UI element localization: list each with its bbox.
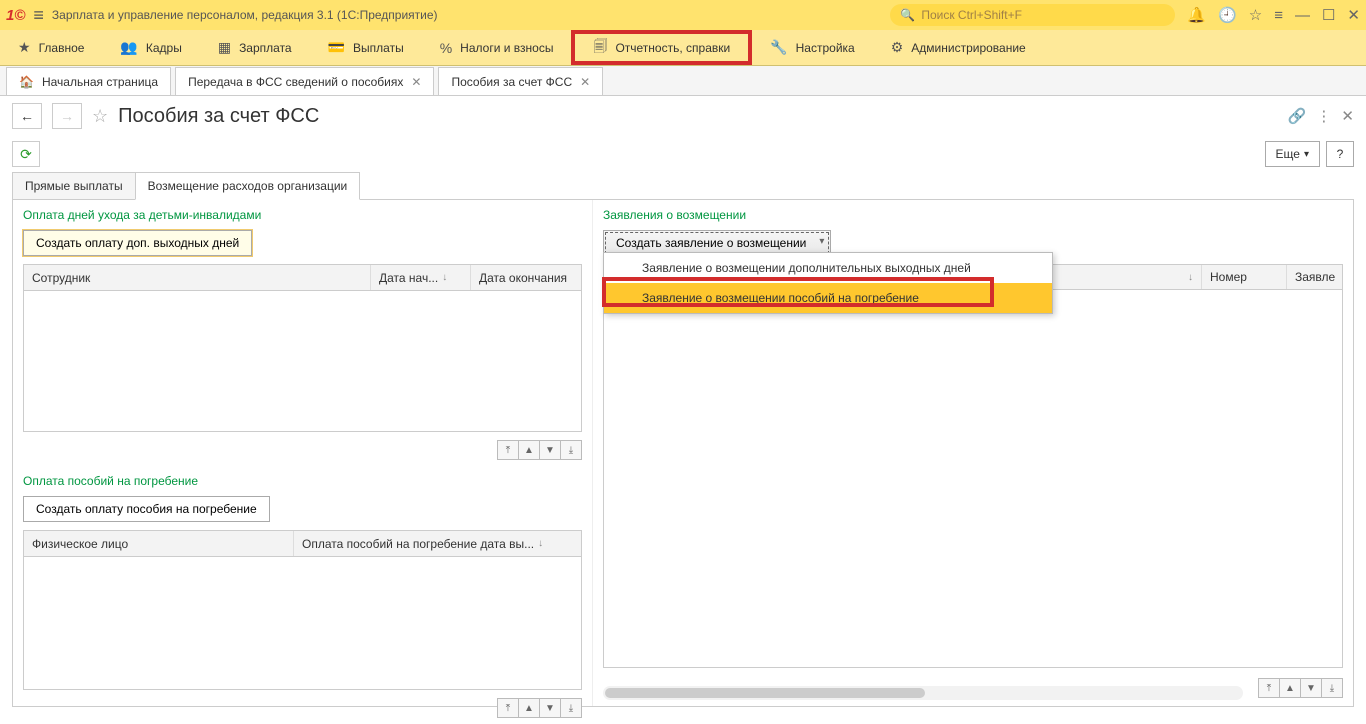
col-employee[interactable]: Сотрудник <box>24 265 371 290</box>
create-payment-extra-days-button[interactable]: Создать оплату доп. выходных дней <box>23 230 252 256</box>
titlebar-right: 🔍 Поиск Ctrl+Shift+F 🔔 🕘 ☆ ≡ — ☐ ✕ <box>890 4 1360 26</box>
pager-first[interactable]: ⤒ <box>497 698 519 718</box>
grid-body[interactable] <box>24 291 581 431</box>
home-icon: 🏠 <box>19 75 34 89</box>
more-button[interactable]: Еще▾ <box>1265 141 1320 167</box>
help-button[interactable]: ? <box>1326 141 1354 167</box>
pager-last[interactable]: ⤓ <box>560 440 582 460</box>
pager-down[interactable]: ▼ <box>539 698 561 718</box>
pager-down[interactable]: ▼ <box>1300 678 1322 698</box>
pager: ⤒ ▲ ▼ ⤓ <box>1249 674 1353 704</box>
col-end-date[interactable]: Дата окончания <box>471 265 581 290</box>
bell-icon[interactable]: 🔔 <box>1187 6 1206 24</box>
grid-icon: ▦ <box>218 39 231 56</box>
create-reimbursement-popup: Заявление о возмещении дополнительных вы… <box>603 252 1053 314</box>
section-reimbursement: Заявления о возмещении <box>593 200 1353 226</box>
page-toolbar: ← → ☆ Пособия за счет ФСС 🔗 ⋮ ✕ <box>0 96 1366 136</box>
star-icon[interactable]: ☆ <box>1249 6 1262 24</box>
horizontal-scrollbar[interactable] <box>603 686 1243 700</box>
document-tabs: 🏠Начальная страница Передача в ФСС сведе… <box>0 66 1366 96</box>
scrollbar-thumb[interactable] <box>605 688 925 698</box>
grid-body[interactable] <box>24 557 581 689</box>
people-icon: 👥 <box>120 39 137 56</box>
search-placeholder: Поиск Ctrl+Shift+F <box>921 8 1022 22</box>
sort-icon: ↓ <box>1188 272 1193 283</box>
app-title: Зарплата и управление персоналом, редакц… <box>52 8 438 22</box>
menu-nalogi[interactable]: %Налоги и взносы <box>422 30 572 65</box>
menu-otchetnost[interactable]: 🗐Отчетность, справки <box>571 30 752 65</box>
pager-up[interactable]: ▲ <box>518 440 540 460</box>
inner-tabs: Прямые выплаты Возмещение расходов орган… <box>12 172 1354 200</box>
menu-nastroika[interactable]: 🔧Настройка <box>752 30 873 65</box>
pager: ⤒ ▲ ▼ ⤓ <box>13 694 592 724</box>
pager-up[interactable]: ▲ <box>1279 678 1301 698</box>
pager-first[interactable]: ⤒ <box>1258 678 1280 698</box>
col-person[interactable]: Физическое лицо <box>24 531 294 556</box>
tab-vozmeshenie[interactable]: Возмещение расходов организации <box>135 172 361 200</box>
right-column: Заявления о возмещении Создать заявление… <box>593 200 1353 706</box>
filter-icon[interactable]: ≡ <box>1274 7 1283 24</box>
wallet-icon: 💳 <box>328 39 345 56</box>
popup-item-burial[interactable]: Заявление о возмещении пособий на погреб… <box>604 283 1052 313</box>
create-burial-payment-button[interactable]: Создать оплату пособия на погребение <box>23 496 270 522</box>
wrench-icon: 🔧 <box>770 39 787 56</box>
pager-last[interactable]: ⤓ <box>560 698 582 718</box>
pager: ⤒ ▲ ▼ ⤓ <box>13 436 592 466</box>
tab-posobia-fss[interactable]: Пособия за счет ФСС✕ <box>438 67 603 95</box>
close-page-icon[interactable]: ✕ <box>1341 107 1354 125</box>
menu-vyplaty[interactable]: 💳Выплаты <box>310 30 422 65</box>
page-toolbar-right: 🔗 ⋮ ✕ <box>1288 107 1354 125</box>
sort-icon: ↓ <box>538 538 543 549</box>
close-icon[interactable]: ✕ <box>411 75 421 89</box>
logo-1c: 1© <box>6 7 25 24</box>
sub-toolbar: ⟳ Еще▾ ? <box>0 136 1366 172</box>
content-panel: Оплата дней ухода за детьми-инвалидами С… <box>12 199 1354 707</box>
chevron-down-icon: ▾ <box>1304 149 1309 160</box>
grid-body[interactable] <box>603 290 1343 668</box>
grid-burial: Физическое лицо Оплата пособий на погреб… <box>23 530 582 690</box>
left-column: Оплата дней ухода за детьми-инвалидами С… <box>13 200 593 706</box>
menu-kadry[interactable]: 👥Кадры <box>102 30 199 65</box>
search-input[interactable]: 🔍 Поиск Ctrl+Shift+F <box>890 4 1175 26</box>
kebab-icon[interactable]: ⋮ <box>1316 107 1331 125</box>
pager-last[interactable]: ⤓ <box>1321 678 1343 698</box>
favorite-icon[interactable]: ☆ <box>92 106 108 127</box>
main-menu: ★Главное 👥Кадры ▦Зарплата 💳Выплаты %Нало… <box>0 30 1366 66</box>
back-button[interactable]: ← <box>12 103 42 129</box>
section-burial: Оплата пособий на погребение <box>13 466 592 492</box>
section-care-days: Оплата дней ухода за детьми-инвалидами <box>13 200 592 226</box>
popup-item-extra-days[interactable]: Заявление о возмещении дополнительных вы… <box>604 253 1052 283</box>
percent-icon: % <box>440 40 452 56</box>
menu-icon[interactable]: ≡ <box>33 5 44 26</box>
report-icon: 🗐 <box>593 36 607 60</box>
forward-button[interactable]: → <box>52 103 82 129</box>
pager-down[interactable]: ▼ <box>539 440 561 460</box>
tab-pryamye-vyplaty[interactable]: Прямые выплаты <box>12 172 136 200</box>
menu-admin[interactable]: ⚙Администрирование <box>873 30 1044 65</box>
sort-icon: ↓ <box>442 272 447 283</box>
col-burial-date[interactable]: Оплата пособий на погребение дата вы...↓ <box>294 531 581 556</box>
close-icon[interactable]: ✕ <box>1347 6 1360 24</box>
gear-icon: ⚙ <box>891 39 904 56</box>
menu-main[interactable]: ★Главное <box>0 30 102 65</box>
col-request[interactable]: Заявле <box>1287 265 1342 289</box>
pager-up[interactable]: ▲ <box>518 698 540 718</box>
history-icon[interactable]: 🕘 <box>1218 6 1237 24</box>
pager-first[interactable]: ⤒ <box>497 440 519 460</box>
tab-home[interactable]: 🏠Начальная страница <box>6 67 171 95</box>
tab-fss-transfer[interactable]: Передача в ФСС сведений о пособиях✕ <box>175 67 434 95</box>
titlebar: 1© ≡ Зарплата и управление персоналом, р… <box>0 0 1366 30</box>
grid-care-days: Сотрудник Дата нач...↓ Дата окончания <box>23 264 582 432</box>
col-start-date[interactable]: Дата нач...↓ <box>371 265 471 290</box>
menu-zarplata[interactable]: ▦Зарплата <box>200 30 310 65</box>
refresh-button[interactable]: ⟳ <box>12 141 40 167</box>
col-number[interactable]: Номер <box>1202 265 1287 289</box>
close-icon[interactable]: ✕ <box>580 75 590 89</box>
page-title: Пособия за счет ФСС <box>118 105 319 128</box>
link-icon[interactable]: 🔗 <box>1288 107 1307 125</box>
maximize-icon[interactable]: ☐ <box>1322 6 1335 24</box>
star-icon: ★ <box>18 39 31 56</box>
minimize-icon[interactable]: — <box>1295 7 1310 24</box>
search-icon: 🔍 <box>900 8 915 22</box>
